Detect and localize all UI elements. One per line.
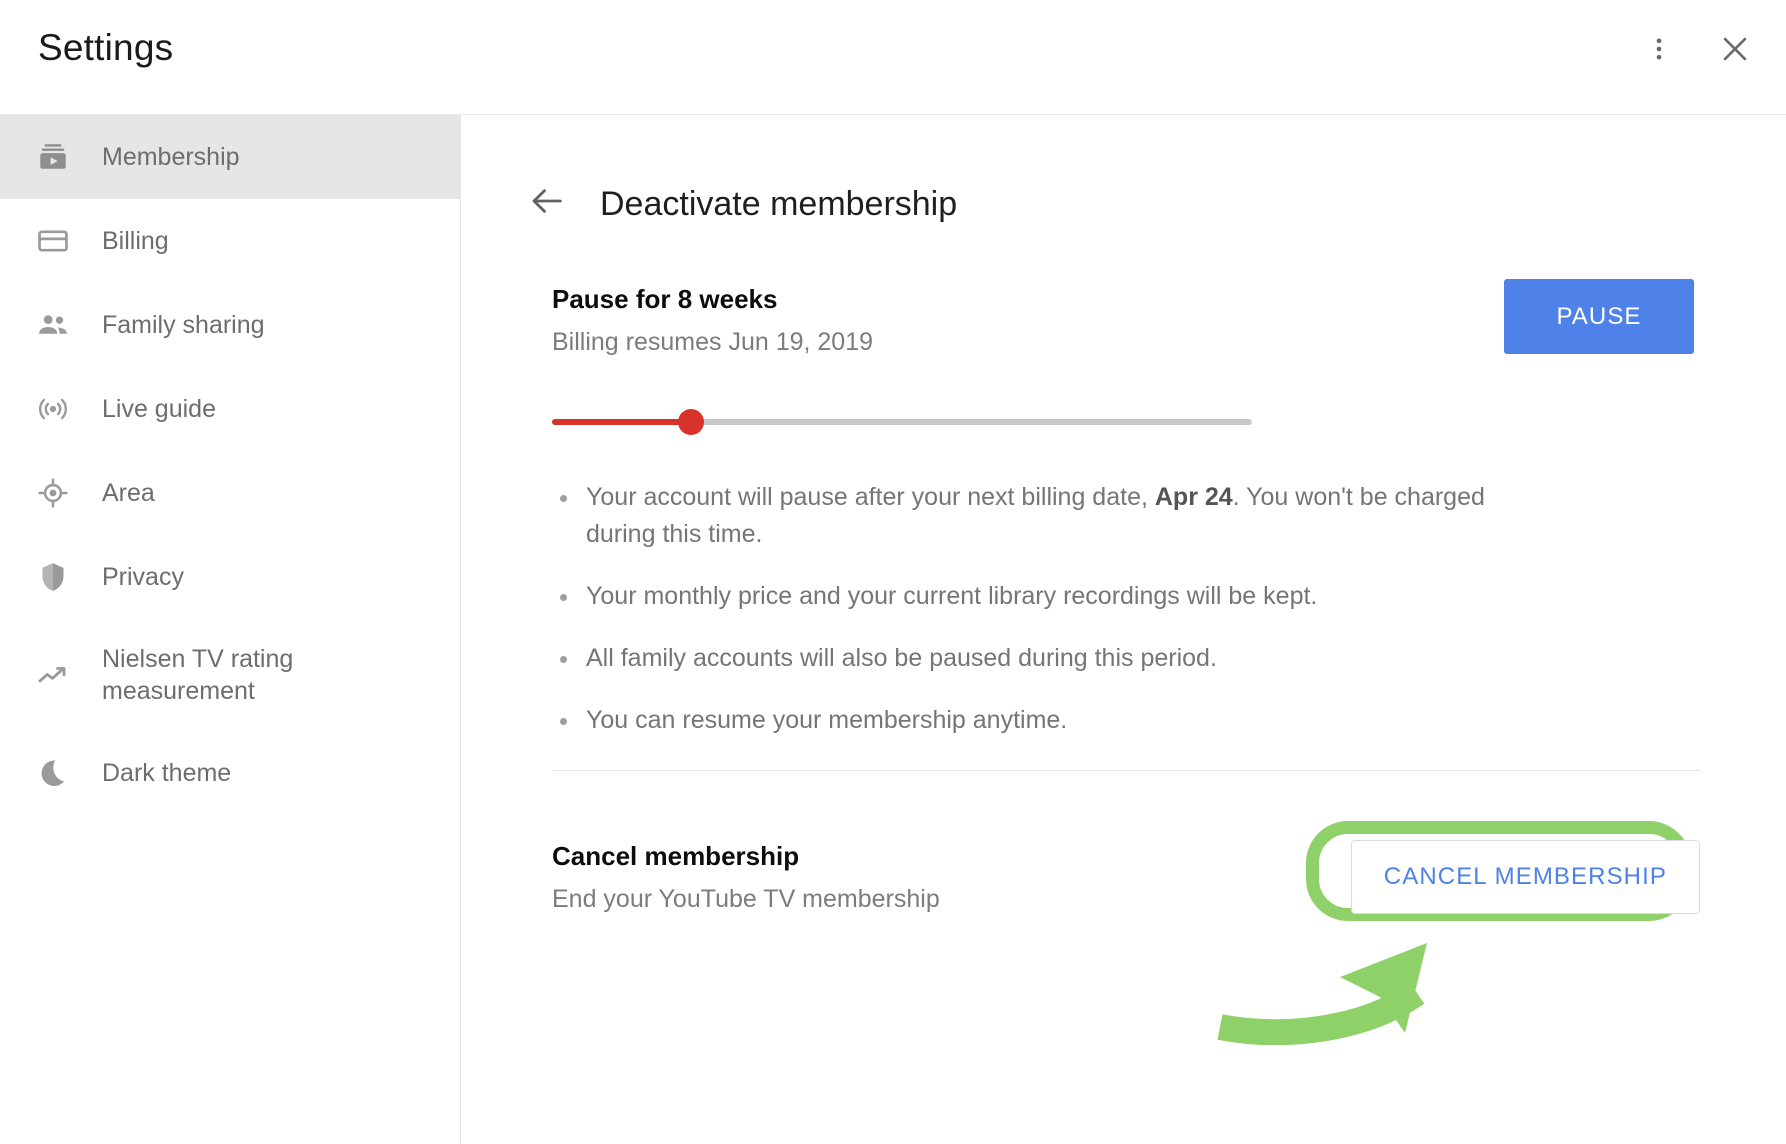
sidebar-item-label: Privacy: [102, 563, 184, 591]
bullet-text-before: You can resume your membership anytime.: [586, 706, 1068, 734]
subscriptions-icon: [36, 140, 82, 174]
close-button[interactable]: [1708, 22, 1762, 76]
more-options-button[interactable]: [1632, 22, 1686, 76]
bullet-text-before: Your account will pause after your next …: [586, 483, 1155, 511]
cancel-text-block: Cancel membership End your YouTube TV me…: [552, 840, 940, 914]
pause-details-list: Your account will pause after your next …: [552, 479, 1552, 739]
sidebar-item-privacy[interactable]: Privacy: [0, 535, 460, 619]
window-titlebar: Settings: [0, 0, 1786, 115]
moon-icon: [36, 756, 82, 790]
pause-text-block: Pause for 8 weeks Billing resumes Jun 19…: [552, 283, 873, 357]
cancel-button-slot: CANCEL MEMBERSHIP: [1320, 840, 1700, 914]
pause-header-row: Pause for 8 weeks Billing resumes Jun 19…: [552, 279, 1700, 357]
bullet-text-bold: Apr 24: [1154, 483, 1233, 511]
annotation-arrow: [1212, 915, 1632, 1046]
more-vert-icon: [1645, 35, 1673, 63]
bullet-text-before: All family accounts will also be paused …: [586, 644, 1217, 672]
bullet-text-before: Your monthly price and your current libr…: [586, 582, 1318, 610]
main-content: Deactivate membership Pause for 8 weeks …: [462, 115, 1786, 1144]
back-button[interactable]: [524, 181, 570, 227]
sidebar-item-label: Area: [102, 479, 155, 507]
sidebar-item-membership[interactable]: Membership: [0, 115, 460, 199]
sidebar-item-label: Dark theme: [102, 759, 232, 787]
curved-arrow-up-right-icon: [1212, 943, 1632, 1049]
list-item: Your account will pause after your next …: [552, 479, 1552, 553]
cancel-subtitle: End your YouTube TV membership: [552, 885, 940, 913]
sidebar-item-live-guide[interactable]: Live guide: [0, 367, 460, 451]
list-item: You can resume your membership anytime.: [552, 702, 1552, 739]
back-arrow-icon: [527, 181, 567, 226]
app-title: Settings: [38, 27, 174, 68]
sidebar-item-dark-theme[interactable]: Dark theme: [0, 731, 460, 815]
slider-fill: [552, 419, 692, 425]
live-broadcast-icon: [36, 392, 82, 426]
people-icon: [36, 308, 82, 342]
cancel-header-row: Cancel membership End your YouTube TV me…: [552, 840, 1700, 914]
sidebar-item-billing[interactable]: Billing: [0, 199, 460, 283]
pause-duration-slider[interactable]: [552, 409, 1252, 435]
slider-thumb[interactable]: [678, 409, 704, 435]
settings-sidebar: Membership Billing Family sharing Live g…: [0, 115, 461, 1144]
sidebar-item-area[interactable]: Area: [0, 451, 460, 535]
cancel-membership-button[interactable]: CANCEL MEMBERSHIP: [1350, 840, 1700, 914]
shield-icon: [36, 560, 82, 594]
list-item: All family accounts will also be paused …: [552, 640, 1552, 677]
pause-section: Pause for 8 weeks Billing resumes Jun 19…: [552, 279, 1700, 764]
cancel-title: Cancel membership: [552, 841, 800, 871]
sidebar-item-family-sharing[interactable]: Family sharing: [0, 283, 460, 367]
location-crosshair-icon: [36, 476, 82, 510]
trending-up-icon: [36, 658, 82, 692]
page-header: Deactivate membership: [524, 160, 957, 248]
sidebar-item-label: Live guide: [102, 395, 216, 423]
section-divider: [552, 770, 1700, 771]
pause-title: Pause for 8 weeks: [552, 284, 778, 314]
sidebar-item-label: Nielsen TV rating measurement: [102, 645, 294, 705]
list-item: Your monthly price and your current libr…: [552, 578, 1552, 615]
page-title: Deactivate membership: [600, 184, 958, 223]
sidebar-item-label: Billing: [102, 227, 169, 255]
pause-button[interactable]: PAUSE: [1504, 279, 1694, 354]
pause-subtitle: Billing resumes Jun 19, 2019: [552, 328, 874, 356]
sidebar-item-label: Membership: [102, 143, 240, 171]
credit-card-icon: [36, 224, 82, 258]
cancel-section: Cancel membership End your YouTube TV me…: [552, 840, 1700, 914]
sidebar-item-label: Family sharing: [102, 311, 265, 339]
titlebar-actions: [1632, 22, 1762, 76]
sidebar-item-nielsen-tv-rating[interactable]: Nielsen TV rating measurement: [0, 619, 460, 731]
close-icon: [1718, 32, 1752, 66]
